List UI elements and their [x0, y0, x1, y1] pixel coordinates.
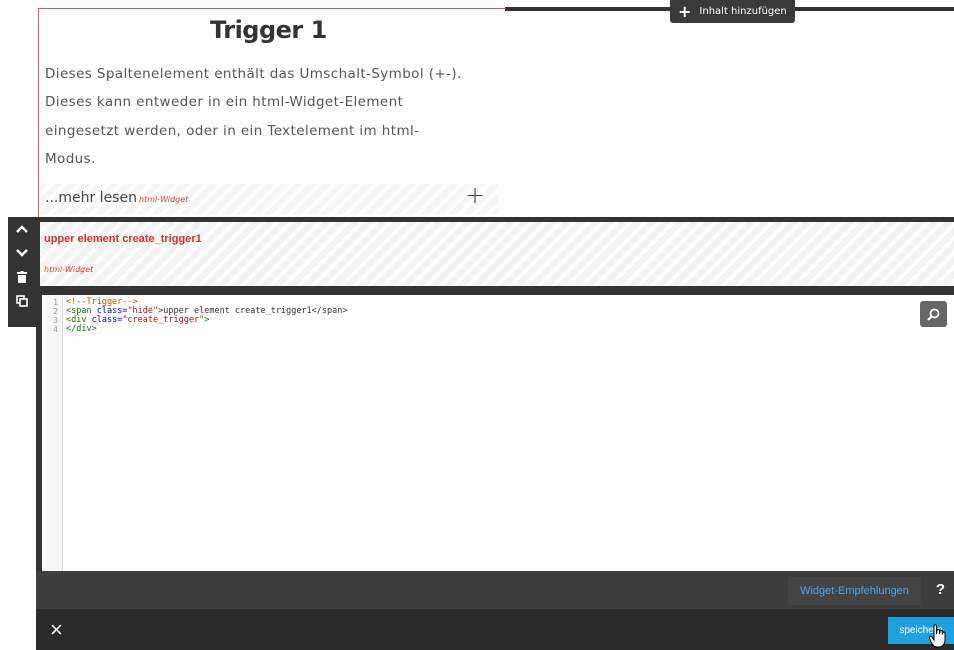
- editor-search-button[interactable]: [920, 301, 947, 327]
- html-widget-tag: html-Widget: [44, 265, 94, 274]
- plus-icon: +: [678, 1, 692, 21]
- read-more-link[interactable]: ...mehr lesen: [45, 190, 137, 206]
- widget-recommendations-button[interactable]: Widget-Empfehlungen: [788, 577, 921, 605]
- duplicate-icon: [16, 295, 28, 307]
- paragraph-line-1: Dieses Spaltenelement enthält das Umscha…: [45, 66, 462, 82]
- line-number: 4: [53, 325, 58, 334]
- code-line-4: </div>: [66, 324, 97, 334]
- paragraph-line-4: Modus.: [45, 151, 96, 167]
- line-number: 2: [53, 307, 58, 316]
- upper-element-label: upper element create_trigger1: [44, 233, 202, 245]
- code-tag: </div>: [66, 324, 97, 334]
- code-string: "create_trigger": [122, 315, 205, 325]
- code-editor[interactable]: [42, 295, 954, 571]
- hand-cursor-icon: [929, 624, 946, 648]
- toggle-plus-icon[interactable]: +: [465, 181, 485, 209]
- line-number: 1: [53, 298, 58, 307]
- move-down-button[interactable]: [8, 241, 36, 265]
- delete-button[interactable]: [8, 265, 36, 289]
- trash-icon: [17, 271, 27, 283]
- chevron-up-icon: [16, 225, 28, 233]
- help-button[interactable]: ?: [927, 574, 954, 604]
- element-tool-strip: [8, 217, 36, 327]
- add-content-label: Inhalt hinzufügen: [699, 6, 787, 17]
- paragraph-line-2: Dieses kann entweder in ein html-Widget-…: [45, 94, 404, 110]
- duplicate-button[interactable]: [8, 289, 36, 313]
- code-tag-close: >: [204, 315, 210, 325]
- paragraph-line-3: eingesetzt werden, oder in ein Texteleme…: [45, 123, 420, 139]
- move-up-button[interactable]: [8, 217, 36, 241]
- add-content-button[interactable]: + Inhalt hinzufügen: [670, 0, 795, 23]
- line-number: 3: [53, 316, 58, 325]
- dialog-footer: [36, 609, 954, 650]
- element-title: Trigger 1: [210, 16, 327, 44]
- line-number-gutter: [42, 295, 63, 571]
- search-icon: [927, 308, 940, 321]
- widget-type-tag: html-Widget: [139, 195, 189, 204]
- close-icon[interactable]: ×: [50, 617, 63, 643]
- chevron-down-icon: [16, 249, 28, 257]
- widget-preview-area: [40, 222, 954, 286]
